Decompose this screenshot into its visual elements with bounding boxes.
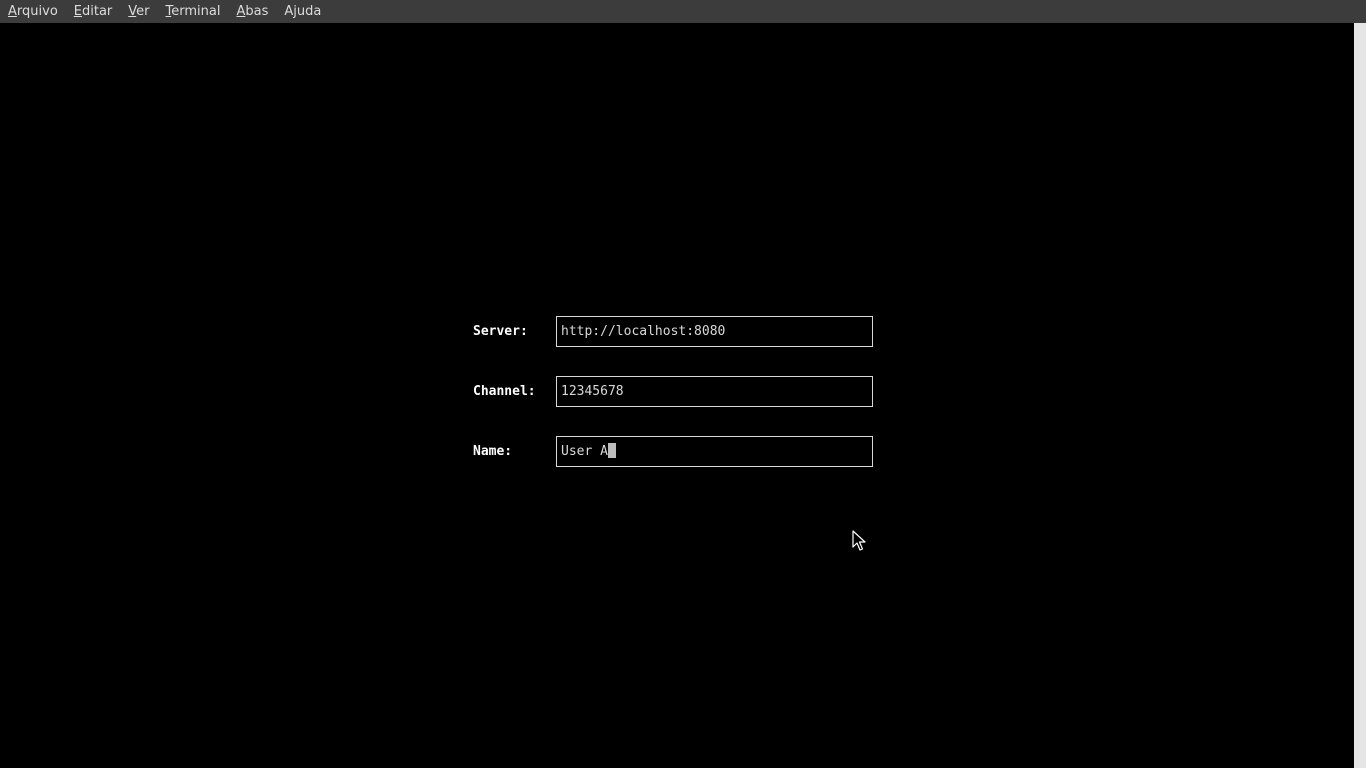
server-field[interactable]: http://localhost:8080 <box>556 316 873 347</box>
menu-editar[interactable]: Editar <box>66 0 121 23</box>
menu-abas[interactable]: Abas <box>228 0 276 23</box>
channel-row: Channel: 12345678 <box>473 376 873 407</box>
menu-bar: Arquivo Editar Ver Terminal Abas Ajuda <box>0 0 1366 23</box>
name-label: Name: <box>473 444 513 459</box>
menu-arquivo[interactable]: Arquivo <box>0 0 66 23</box>
text-cursor <box>607 442 616 458</box>
server-label: Server: <box>473 324 528 339</box>
channel-field[interactable]: 12345678 <box>556 376 873 407</box>
menu-terminal[interactable]: Terminal <box>158 0 229 23</box>
channel-label: Channel: <box>473 384 536 399</box>
menu-ajuda[interactable]: Ajuda <box>276 0 329 23</box>
server-row: Server: http://localhost:8080 <box>473 316 873 347</box>
mouse-pointer-icon <box>852 530 866 552</box>
name-field-value: User A <box>561 444 608 459</box>
name-row: Name: User A <box>473 436 873 467</box>
menu-ver[interactable]: Ver <box>120 0 157 23</box>
name-field[interactable]: User A <box>556 436 873 467</box>
vertical-scrollbar[interactable] <box>1354 23 1366 768</box>
